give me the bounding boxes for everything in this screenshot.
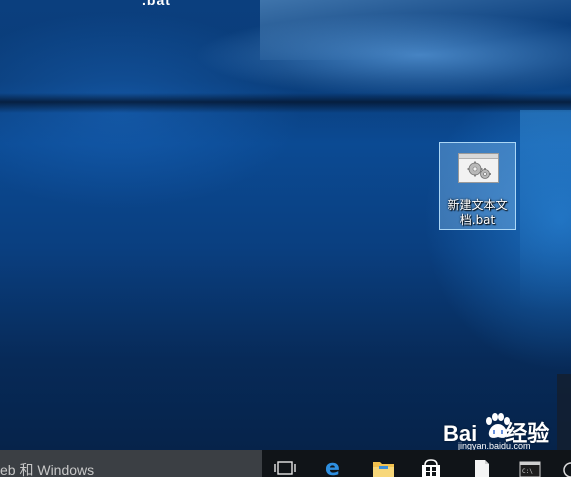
task-view-icon[interactable] [272,454,300,477]
baidu-paw-icon [486,413,510,438]
watermark-url: jingyan.baidu.com [458,441,531,450]
baidu-jingyan-watermark: Bai 经验 jingyan.baidu.com [443,410,558,450]
cropped-text-fragment: .bat [142,0,171,8]
svg-text:C:\: C:\ [522,468,533,475]
wallpaper-window-pane [520,110,571,310]
cortana-search-box[interactable]: eb 和 Windows [0,450,262,478]
taskbar: eb 和 Windows e C:\ [0,450,571,478]
edge-icon[interactable]: e [322,454,350,477]
svg-text:e: e [325,456,340,477]
batch-file-gears-icon [458,153,499,183]
file-explorer-icon[interactable] [370,454,398,477]
desktop-icon-batch-file[interactable]: 新建文本文档.bat [439,142,516,230]
desktop-icon-label: 新建文本文档.bat [447,198,508,227]
cropped-tray-icon[interactable] [560,454,571,477]
store-icon[interactable] [418,454,446,477]
search-placeholder: eb 和 Windows [0,462,95,478]
wallpaper-light-ray [260,0,571,60]
document-icon[interactable] [468,454,496,477]
edge-panel-sliver [557,374,571,450]
terminal-icon[interactable]: C:\ [516,454,544,477]
wallpaper-beam [0,93,571,113]
desktop[interactable]: .bat 新建文本文档.bat Bai 经验 jingyan.baidu.com [0,0,571,450]
